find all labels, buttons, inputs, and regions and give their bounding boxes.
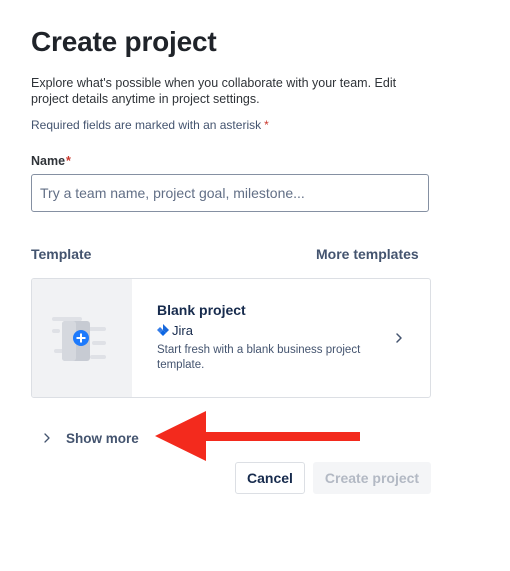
blank-project-template-card[interactable]: Blank project Jira Start fresh with a bl… xyxy=(31,278,431,398)
chevron-right-icon xyxy=(396,333,402,343)
plus-icon xyxy=(73,330,89,346)
chevron-right-icon xyxy=(44,433,50,443)
template-product: Jira xyxy=(157,322,193,338)
template-section-label: Template xyxy=(31,246,92,262)
template-product-name: Jira xyxy=(172,322,193,338)
more-templates-link[interactable]: More templates xyxy=(316,246,419,262)
page-title: Create project xyxy=(31,26,217,57)
red-arrow-annotation xyxy=(155,411,360,461)
page-description: Explore what's possible when you collabo… xyxy=(31,76,397,106)
cancel-button[interactable]: Cancel xyxy=(235,462,305,494)
name-label-text: Name xyxy=(31,154,66,168)
show-more-toggle[interactable]: Show more xyxy=(40,428,139,448)
template-title: Blank project xyxy=(157,302,246,318)
required-asterisk: * xyxy=(264,118,269,132)
create-project-button[interactable]: Create project xyxy=(313,462,431,494)
show-more-label: Show more xyxy=(66,430,139,446)
required-note-text: Required fields are marked with an aster… xyxy=(31,118,262,132)
blank-project-illustration xyxy=(52,317,106,361)
template-description: Start fresh with a blank business projec… xyxy=(157,344,361,371)
jira-logo-icon xyxy=(157,324,169,336)
name-field-label: Name* xyxy=(31,154,71,168)
required-fields-note: Required fields are marked with an aster… xyxy=(31,118,269,132)
name-required-marker: * xyxy=(66,154,71,168)
template-thumbnail xyxy=(32,279,132,397)
name-input[interactable] xyxy=(31,174,429,212)
